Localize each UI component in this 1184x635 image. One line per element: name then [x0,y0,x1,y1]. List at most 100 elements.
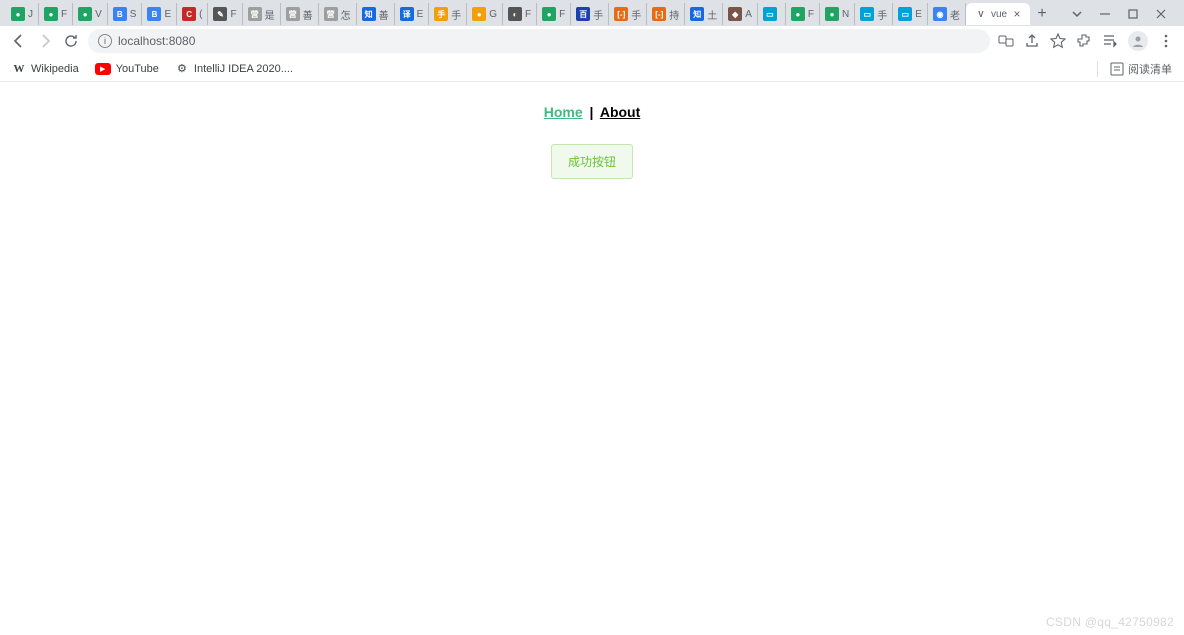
maximize-button[interactable] [1126,7,1140,21]
tab-background[interactable]: ●F [39,3,73,25]
tab-label: 手 [877,7,887,22]
tab-background[interactable]: ●G [467,3,503,25]
tab-background[interactable]: ▭E [893,3,928,25]
favicon: ▭ [860,7,874,21]
extensions-icon[interactable] [1076,33,1092,49]
tab-background[interactable]: ●J [6,3,39,25]
tab-background[interactable]: 译E [395,3,430,25]
tab-background[interactable]: ◉老 [928,3,966,25]
reload-button[interactable] [62,32,80,50]
tab-label: F [61,9,67,20]
tab-label: 善 [379,7,389,22]
bookmark-youtube[interactable]: ▶ YouTube [95,63,159,75]
tab-background[interactable]: 营怎 [319,3,357,25]
page-content: Home | About 成功按钮 [0,82,1184,582]
tab-label: 老 [950,7,960,22]
tab-background[interactable]: ◐F [503,3,537,25]
window-controls [1070,7,1178,21]
site-info-icon[interactable]: i [98,34,112,48]
favicon: ▭ [898,7,912,21]
forward-button[interactable] [36,32,54,50]
youtube-icon: ▶ [95,63,111,75]
favicon: 知 [690,7,704,21]
tab-label: 手 [631,7,641,22]
tab-background[interactable]: ●F [786,3,820,25]
tab-background[interactable]: 营是 [243,3,281,25]
tab-background[interactable]: [-]持 [647,3,685,25]
close-icon[interactable]: × [1012,9,1022,19]
favicon: ● [44,7,58,21]
bookmark-label: Wikipedia [31,63,79,75]
tab-label: A [745,9,752,20]
intellij-icon: ⚙ [175,62,189,76]
close-window-button[interactable] [1154,7,1168,21]
tab-background[interactable]: 知善 [357,3,395,25]
back-button[interactable] [10,32,28,50]
browser-toolbar: i localhost:8080 [0,26,1184,56]
tab-label: N [842,9,849,20]
favicon: B [113,7,127,21]
tab-title: vue [991,9,1007,20]
tab-background[interactable]: C( [177,3,208,25]
favicon: ◐ [508,7,522,21]
tab-label: 怎 [341,7,351,22]
reading-list-button[interactable]: 阅读清单 [1097,61,1172,77]
tab-background[interactable]: BE [142,3,177,25]
tabs-dropdown-icon[interactable] [1070,7,1084,21]
address-bar[interactable]: i localhost:8080 [88,29,990,53]
profile-avatar[interactable] [1128,31,1148,51]
tab-label: S [130,9,137,20]
tab-background[interactable]: ●V [73,3,108,25]
favicon: 译 [400,7,414,21]
tab-label: F [525,9,531,20]
tab-background[interactable]: [-]手 [609,3,647,25]
favicon: ● [472,7,486,21]
list-icon [1110,62,1124,76]
tab-background[interactable]: ▭手 [855,3,893,25]
tab-label: 善 [303,7,313,22]
favicon: C [182,7,196,21]
tab-background[interactable]: ●N [820,3,855,25]
tab-background[interactable]: ◆A [723,3,758,25]
translate-icon[interactable] [998,33,1014,49]
nav-link-about[interactable]: About [600,104,640,120]
bookmark-star-icon[interactable] [1050,33,1066,49]
minimize-button[interactable] [1098,7,1112,21]
share-icon[interactable] [1024,33,1040,49]
bookmark-label: IntelliJ IDEA 2020.... [194,63,293,75]
bookmark-wikipedia[interactable]: W Wikipedia [12,62,79,76]
tab-background[interactable]: ✎F [208,3,242,25]
reading-list-label: 阅读清单 [1128,61,1172,77]
favicon: ● [11,7,25,21]
watermark: CSDN @qq_42750982 [1046,615,1174,629]
tab-label: E [915,9,922,20]
nav-link-home[interactable]: Home [544,104,583,120]
nav-separator: | [590,104,594,120]
tab-background[interactable]: ●F [537,3,571,25]
vue-favicon: V [974,7,988,21]
menu-icon[interactable] [1158,33,1174,49]
browser-chrome: ●J●F●VBSBEC(✎F营是营善营怎知善译E手手●G◐F●F百手[-]手[-… [0,0,1184,82]
tab-label: F [230,9,236,20]
success-button[interactable]: 成功按钮 [551,144,633,179]
tab-label: F [808,9,814,20]
tab-label: ( [199,9,202,20]
favicon: B [147,7,161,21]
tab-strip: ●J●F●VBSBEC(✎F营是营善营怎知善译E手手●G◐F●F百手[-]手[-… [0,0,1184,26]
tab-background[interactable]: BS [108,3,143,25]
favicon: ◆ [728,7,742,21]
bookmark-intellij[interactable]: ⚙ IntelliJ IDEA 2020.... [175,62,293,76]
favicon: ● [825,7,839,21]
reading-list-icon[interactable] [1102,33,1118,49]
tab-label: 持 [669,7,679,22]
tab-active[interactable]: V vue × [966,3,1030,25]
tab-background[interactable]: 知土 [685,3,723,25]
tab-background[interactable]: ▭ [758,3,786,25]
favicon: 知 [362,7,376,21]
url-text: localhost:8080 [118,34,195,48]
tab-background[interactable]: 营善 [281,3,319,25]
tab-background[interactable]: 百手 [571,3,609,25]
tab-background[interactable]: 手手 [429,3,467,25]
new-tab-button[interactable]: + [1030,3,1054,25]
tab-label: 是 [265,7,275,22]
